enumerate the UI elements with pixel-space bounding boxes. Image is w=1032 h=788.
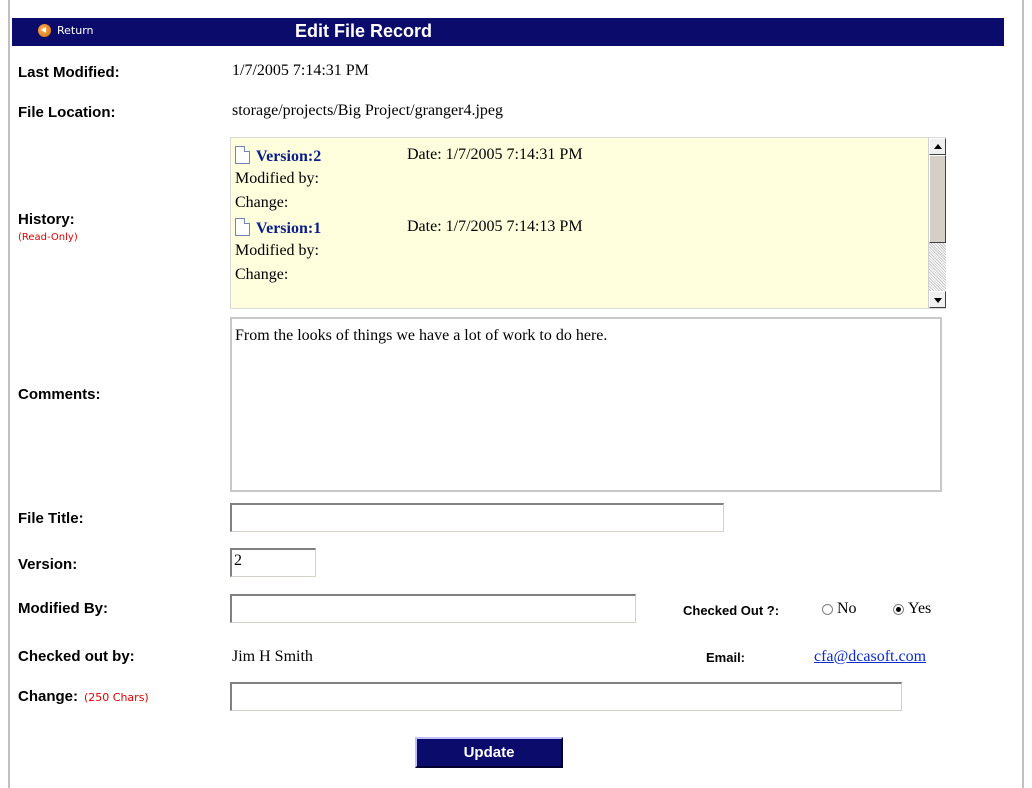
checked-out-yes-label: Yes	[908, 600, 932, 617]
scroll-down-icon[interactable]	[929, 291, 946, 308]
checked-out-by-label: Checked out by:	[18, 648, 135, 665]
email-link[interactable]: cfa@dcasoft.com	[814, 648, 926, 666]
file-location-value: storage/projects/Big Project/granger4.jp…	[232, 102, 504, 119]
modified-by-input[interactable]	[230, 594, 636, 623]
version-input[interactable]: 2	[230, 548, 316, 577]
checked-out-label: Checked Out ?:	[683, 603, 780, 618]
page-title: Edit File Record	[295, 21, 433, 41]
comments-label: Comments:	[18, 386, 101, 403]
back-arrow-icon	[38, 24, 51, 37]
checked-out-yes-radio[interactable]: Yes	[893, 600, 931, 618]
scroll-up-icon[interactable]	[929, 138, 946, 155]
radio-unchecked-icon[interactable]	[822, 603, 833, 615]
history-readonly-note: (Read-Only)	[18, 232, 78, 243]
change-char-limit: (250 Chars)	[84, 691, 149, 704]
last-modified-label: Last Modified:	[18, 64, 120, 81]
change-input[interactable]	[230, 682, 902, 711]
history-change: Change:	[235, 266, 289, 283]
header-bar: Return Edit File Record	[12, 18, 1004, 46]
history-modified-by: Modified by:	[235, 170, 319, 187]
document-icon	[235, 146, 250, 164]
version-label: Version:	[18, 556, 78, 573]
history-date: Date: 1/7/2005 7:14:31 PM	[407, 146, 583, 163]
update-button[interactable]: Update	[415, 737, 563, 768]
last-modified-value: 1/7/2005 7:14:31 PM	[232, 62, 369, 79]
history-modified-by: Modified by:	[235, 242, 319, 259]
radio-checked-icon[interactable]	[893, 603, 904, 615]
checked-out-by-value: Jim H Smith	[232, 648, 313, 665]
history-entry: Version:2 Date: 1/7/2005 7:14:31 PM	[235, 146, 583, 166]
version-link[interactable]: Version:2	[256, 148, 321, 165]
document-icon	[235, 218, 250, 236]
history-entry: Version:1 Date: 1/7/2005 7:14:13 PM	[235, 218, 583, 238]
history-scrollbar[interactable]	[928, 138, 946, 308]
email-label: Email:	[706, 650, 746, 665]
history-change: Change:	[235, 194, 289, 211]
comments-textarea[interactable]: From the looks of things we have a lot o…	[230, 317, 942, 492]
file-title-input[interactable]	[230, 503, 724, 532]
history-panel[interactable]: Version:2 Date: 1/7/2005 7:14:31 PM Modi…	[230, 137, 946, 309]
return-label: Return	[57, 24, 94, 37]
change-label-row: Change: (250 Chars)	[18, 688, 149, 705]
file-location-label: File Location:	[18, 104, 116, 121]
checked-out-no-label: No	[837, 600, 857, 617]
history-label: History:	[18, 211, 75, 228]
file-title-label: File Title:	[18, 510, 84, 527]
change-label: Change:	[18, 688, 78, 705]
scroll-thumb[interactable]	[929, 155, 946, 243]
checked-out-no-radio[interactable]: No	[822, 600, 857, 618]
history-date: Date: 1/7/2005 7:14:13 PM	[407, 218, 583, 235]
scroll-track[interactable]	[929, 243, 946, 291]
version-link[interactable]: Version:1	[256, 220, 321, 237]
modified-by-label: Modified By:	[18, 600, 108, 617]
return-link[interactable]: Return	[38, 24, 94, 37]
